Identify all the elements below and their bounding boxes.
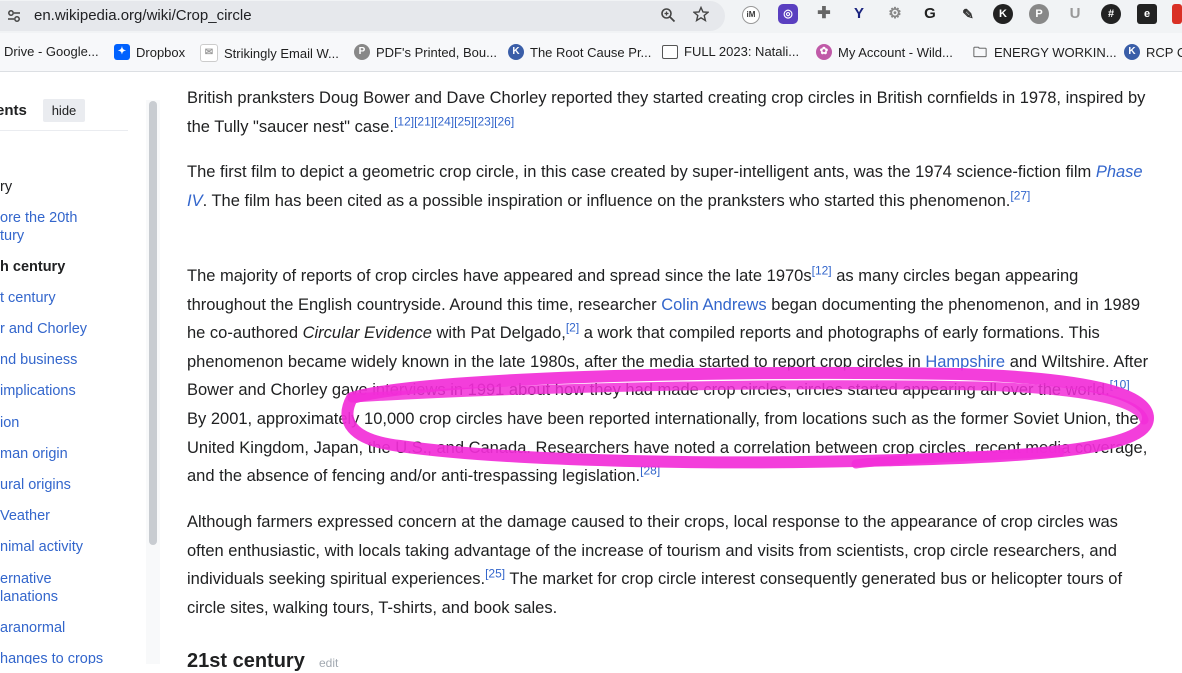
toc-item[interactable]: man origin [0,445,68,463]
paragraph-text: The first film to depict a geometric cro… [187,163,1096,181]
grammarly-icon[interactable]: G [920,4,940,24]
book-title: Circular Evidence [302,324,432,343]
hampshire-link[interactable]: Hampshire [925,353,1005,371]
extension-icon[interactable]: ✎ [958,4,978,24]
toc-title: ents [0,102,27,119]
paragraph-text: By 2001, approximately 10,000 crop circl… [187,409,1148,486]
extension-icon[interactable]: iM [742,6,760,24]
bookmark-label: PDF's Printed, Bou... [376,44,497,60]
bookmark-item[interactable]: 🗀 ENERGY WORKIN... [972,44,1117,60]
edit-section-link[interactable]: edit [319,656,338,670]
paragraph: The first film to depict a geometric cro… [187,158,1149,215]
bookmark-label: ENERGY WORKIN... [994,44,1117,60]
folder-icon: 🗀 [973,44,987,60]
bookmark-label: FULL 2023: Natali... [684,44,800,59]
bookmark-star-icon[interactable] [692,5,710,26]
extension-icon[interactable]: ◎ [778,4,798,24]
toc-scrollbar-thumb[interactable] [149,101,157,545]
toc-item[interactable]: ry [0,178,12,196]
pdf-icon: P [354,44,370,60]
bookmark-label: The Root Cause Pr... [530,44,652,60]
bookmark-label: RCP C [1146,44,1182,60]
toc-divider [0,130,128,131]
toc-item[interactable]: nd business [0,351,77,369]
extension-icon[interactable]: ⚙ [885,4,905,24]
site-info-icon[interactable] [6,8,22,24]
bookmark-item[interactable]: Drive - Google... [4,44,99,59]
toc-item[interactable]: hanges to crops [0,650,103,664]
toc-sidebar: ents hide ry ore the 20th tury h century… [0,72,146,664]
bookmark-label: Drive - Google... [4,44,99,59]
bookmark-label: Strikingly Email W... [224,45,339,61]
toc-item[interactable]: aranormal [0,619,65,637]
paragraph-text: British pranksters Doug Bower and Dave C… [187,89,1146,136]
paragraph-text: . The film has been cited as a possible … [202,191,1011,210]
reference-link[interactable]: [10] [1110,378,1130,392]
bookmark-item[interactable]: FULL 2023: Natali... [662,44,799,59]
bookmarks-bar: Drive - Google... ✦ Dropbox ✉ Strikingly E… [0,33,1182,72]
zoom-icon[interactable] [660,7,676,27]
pinterest-icon[interactable]: P [1029,4,1049,24]
k-icon: K [508,44,524,60]
section-heading: 21st century [187,650,305,672]
puzzle-icon[interactable]: ✚ [814,4,834,24]
extension-icon[interactable] [1172,4,1182,24]
colin-andrews-link[interactable]: Colin Andrews [661,296,766,314]
paragraph: The majority of reports of crop circles … [187,262,1149,491]
toc-item[interactable]: lanations [0,588,58,606]
extension-icon[interactable]: K [993,4,1013,24]
extension-icon[interactable]: # [1101,4,1121,24]
toc-item[interactable]: ore the 20th [0,209,77,227]
bookmark-item[interactable]: K The Root Cause Pr... [508,44,651,60]
toc-item[interactable]: ion [0,414,19,432]
extension-icon[interactable]: Y [849,4,869,24]
paragraph: Although farmers expressed concern at th… [187,508,1149,622]
address-bar[interactable]: en.wikipedia.org/wiki/Crop_circle [0,1,725,31]
toc-hide-button[interactable]: hide [43,99,85,122]
paragraph-text: with Pat Delgado, [431,324,566,343]
browser-toolbar: en.wikipedia.org/wiki/Crop_circle iM ◎ ✚… [0,0,1182,33]
reference-link[interactable]: [28] [640,464,660,478]
toc-item-current[interactable]: h century [0,258,65,276]
dropbox-icon: ✦ [114,44,130,60]
bookmark-item[interactable]: K RCP C [1124,44,1182,60]
reference-link[interactable]: [2] [566,321,579,335]
reference-link[interactable]: [12] [812,264,832,278]
url-text[interactable]: en.wikipedia.org/wiki/Crop_circle [34,7,252,24]
reference-link[interactable]: [12][21][24][25][23][26] [394,114,514,128]
toc-item[interactable]: implications [0,382,76,400]
toc-item[interactable]: t century [0,289,56,307]
paragraph-text: The majority of reports of crop circles … [187,267,812,285]
extension-icon[interactable]: U [1065,4,1085,24]
reference-link[interactable]: [27] [1010,188,1030,202]
paragraph: British pranksters Doug Bower and Dave C… [187,84,1149,141]
toc-item[interactable]: nimal activity [0,538,83,556]
bookmark-item[interactable]: ✿ My Account - Wild... [816,44,953,60]
extension-icon[interactable]: e [1137,4,1157,24]
toc-item[interactable]: ural origins [0,476,71,494]
toc-item[interactable]: ernative [0,570,52,588]
bookmark-label: My Account - Wild... [838,44,953,60]
mail-icon: ✉ [200,44,218,62]
flower-icon: ✿ [816,44,832,60]
toc-item[interactable]: tury [0,227,24,245]
reference-link[interactable]: [25] [485,567,505,581]
toc-item[interactable]: r and Chorley [0,320,87,338]
bookmark-item[interactable]: P PDF's Printed, Bou... [354,44,497,60]
bookmark-label: Dropbox [136,44,186,60]
bookmark-item[interactable]: ✦ Dropbox [114,44,185,60]
page-icon [662,44,678,59]
bookmark-item[interactable]: ✉ Strikingly Email W... [200,44,339,62]
toc-item[interactable]: Veather [0,507,50,525]
k-icon: K [1124,44,1140,60]
